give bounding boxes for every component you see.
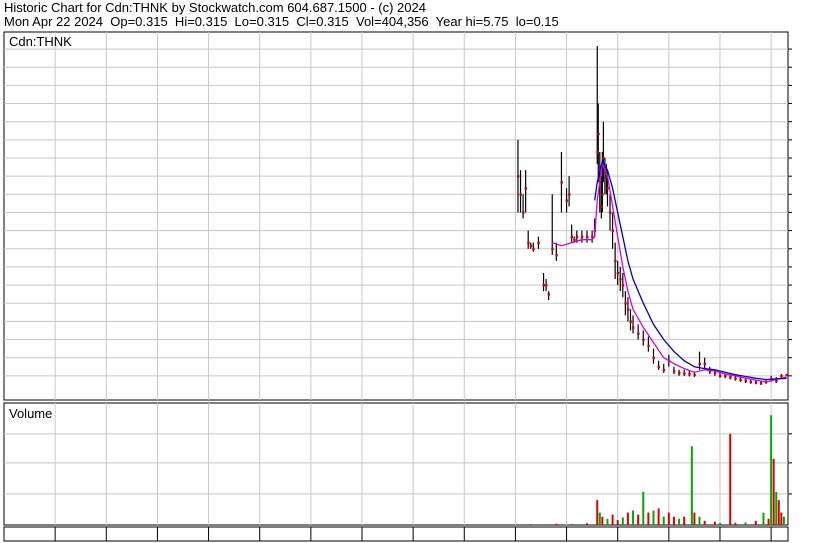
close-dot — [621, 284, 625, 287]
close-dot — [647, 344, 650, 347]
close-dot — [537, 241, 540, 245]
close-dot — [637, 332, 640, 335]
close-dot — [713, 371, 717, 375]
price-panel — [3, 31, 789, 401]
close-dot — [780, 374, 783, 378]
close-dot — [759, 382, 763, 385]
close-dot — [609, 211, 612, 214]
close-dot — [729, 376, 732, 379]
close-dot — [688, 373, 691, 376]
close-dot — [586, 235, 589, 239]
close-dot — [749, 380, 753, 384]
close-dot — [718, 374, 722, 378]
close-dot — [785, 373, 788, 377]
close-dot — [754, 381, 758, 384]
close-dot — [611, 229, 614, 233]
price-axis — [788, 48, 792, 377]
close-dot — [516, 175, 520, 178]
close-dot — [580, 235, 584, 239]
close-dot — [527, 241, 530, 245]
close-dot — [601, 193, 604, 196]
close-dot — [532, 247, 535, 251]
close-dot — [565, 199, 568, 202]
close-dot — [739, 378, 742, 381]
close-dot — [629, 320, 632, 323]
close-dot — [596, 150, 599, 154]
close-dot — [524, 187, 528, 190]
chart-stage: Historic Chart for Cdn:THNK by Stockwatc… — [0, 0, 830, 543]
close-dot — [616, 271, 620, 275]
close-dot — [703, 362, 707, 366]
stock-chart: Cdn:THNK Volume — [3, 31, 792, 542]
close-dot — [522, 211, 525, 214]
close-dot — [683, 372, 686, 375]
close-dot — [678, 371, 681, 375]
close-dot — [542, 284, 545, 287]
close-dot — [614, 259, 617, 263]
close-dot — [602, 157, 605, 160]
close-dot — [652, 356, 655, 360]
close-dot — [657, 365, 661, 369]
volume-panel — [3, 402, 789, 526]
close-dot — [529, 244, 533, 248]
close-dot — [560, 181, 563, 184]
close-dot — [575, 235, 579, 239]
close-dot — [547, 293, 551, 296]
close-dot — [626, 308, 630, 311]
close-dot — [632, 326, 635, 329]
close-dot — [545, 284, 548, 287]
close-dot — [570, 235, 574, 239]
close-dot — [573, 238, 576, 242]
close-dot — [744, 379, 747, 383]
close-dot — [519, 193, 522, 196]
close-dot — [693, 373, 696, 377]
close-dot — [662, 368, 666, 372]
close-dot — [624, 302, 627, 305]
close-dot — [698, 362, 701, 366]
close-dot — [734, 377, 737, 380]
close-dot — [606, 187, 609, 190]
year-axis-strip — [3, 526, 789, 542]
close-dot — [597, 132, 600, 136]
close-dot — [642, 338, 645, 341]
volume-panel-title: Volume — [9, 406, 52, 421]
close-dot — [672, 370, 676, 373]
price-panel-title: Cdn:THNK — [9, 34, 72, 49]
close-dot — [619, 278, 622, 281]
close-dot — [555, 253, 558, 257]
close-dot — [724, 374, 727, 378]
close-dot — [568, 193, 571, 196]
close-dot — [600, 205, 603, 208]
close-dot — [551, 247, 554, 251]
volume-axis — [788, 433, 792, 495]
